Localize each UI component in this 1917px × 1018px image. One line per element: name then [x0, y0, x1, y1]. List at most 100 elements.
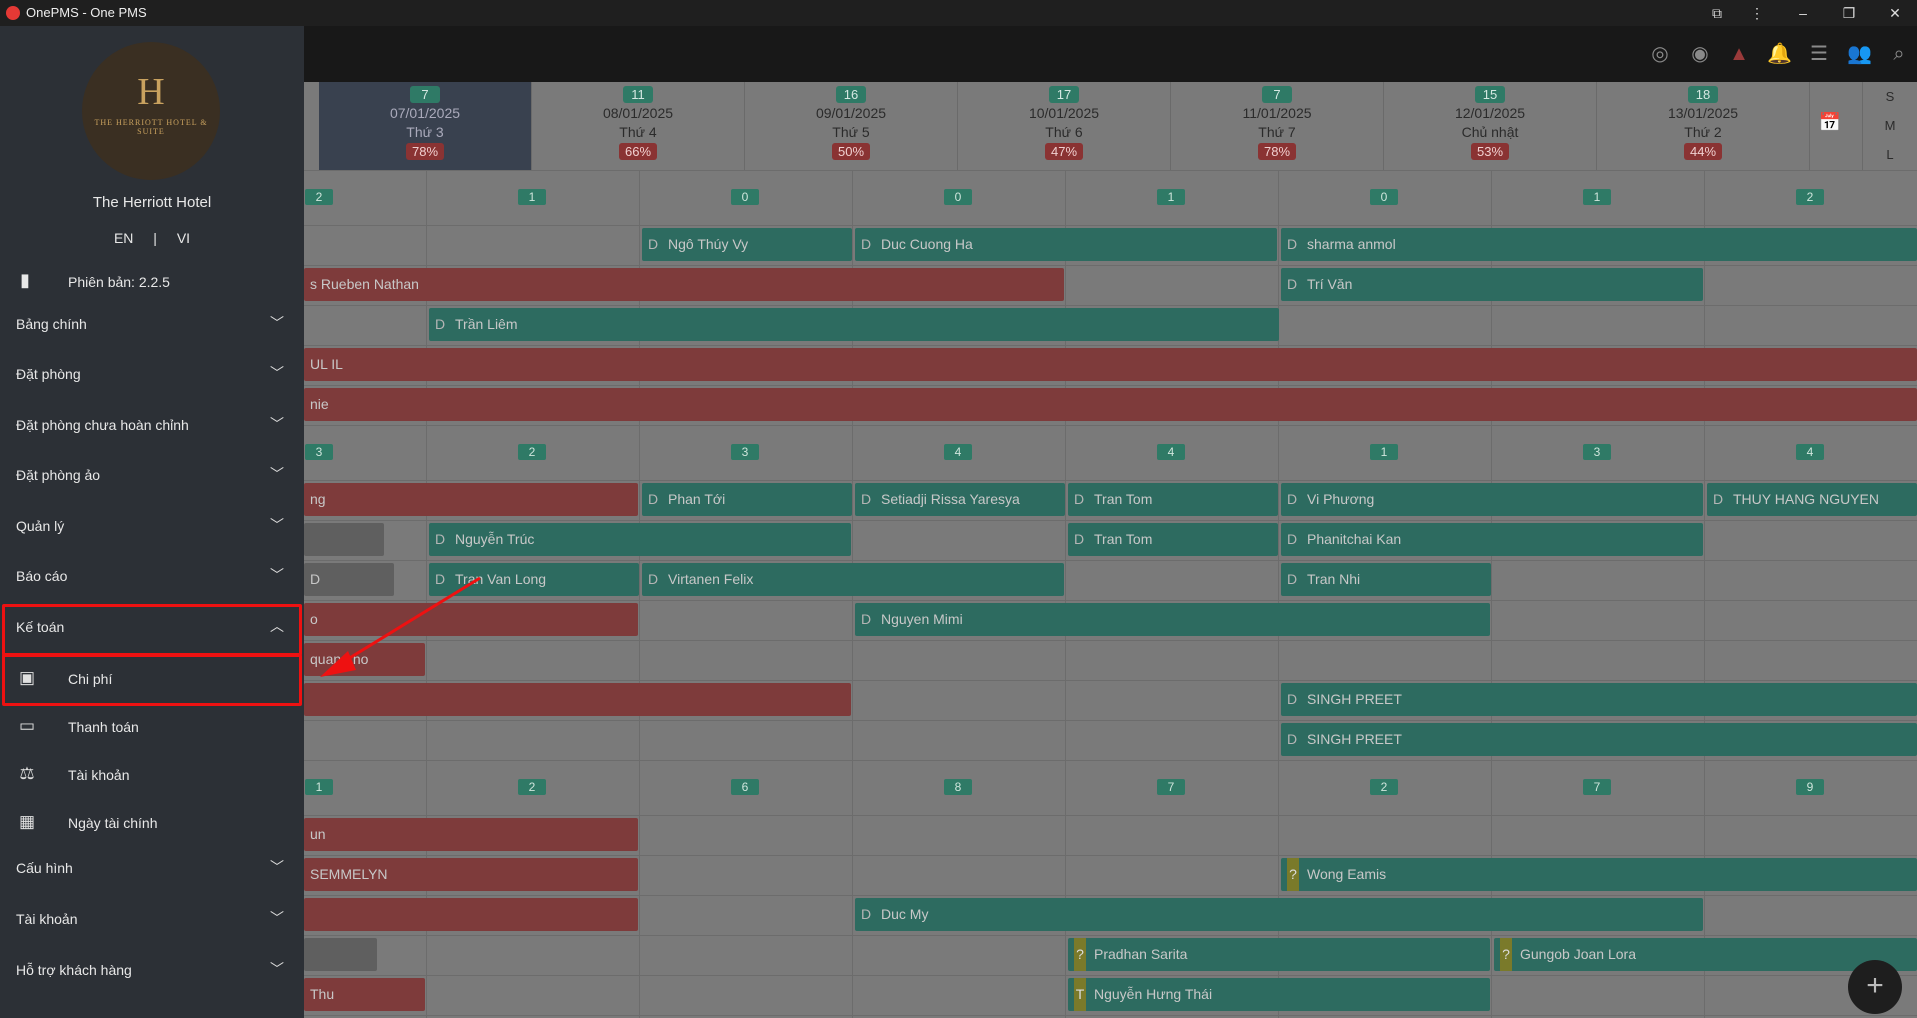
- sidebar-menu-item[interactable]: Đặt phòng ảo ﹀: [0, 451, 304, 501]
- sidebar-menu-item[interactable]: Tài khoản ﹀: [0, 895, 304, 945]
- booking-bar[interactable]: D Virtanen Felix: [642, 563, 1064, 596]
- hotel-name: The Herriott Hotel: [92, 194, 212, 211]
- booking-bar[interactable]: D THUY HANG NGUYEN: [1707, 483, 1917, 516]
- sidebar-menu-item[interactable]: Hỗ trợ khách hàng ﹀: [0, 946, 304, 996]
- booking-status-tag: D: [648, 571, 659, 587]
- booking-bar[interactable]: D Phanitchai Kan: [1281, 523, 1703, 556]
- sidebar-menu-item[interactable]: Quản lý ﹀: [0, 502, 304, 552]
- booking-status-tag: D: [1287, 491, 1298, 507]
- booking-status-tag: D: [648, 236, 659, 252]
- sidebar-menu-item[interactable]: Bảng chính ﹀: [0, 300, 304, 350]
- booking-bar[interactable]: D Trần Liêm: [429, 308, 1279, 341]
- booking-bar[interactable]: [304, 523, 384, 556]
- add-fab-button[interactable]: +: [1848, 960, 1902, 1014]
- booking-bar[interactable]: ng: [304, 483, 638, 516]
- booking-bar[interactable]: D Tran Nhi: [1281, 563, 1491, 596]
- booking-bar[interactable]: D Tran Tom: [1068, 483, 1278, 516]
- booking-status-tag: D: [1713, 491, 1724, 507]
- window-title: OnePMS - One PMS: [26, 5, 147, 20]
- booking-bar[interactable]: ? Pradhan Sarita: [1068, 938, 1490, 971]
- accounting-submenu-item[interactable]: ⚖ Tài khoản: [0, 751, 304, 799]
- date-column-header[interactable]: 18 13/01/2025 Thứ 2 44%: [1597, 82, 1810, 170]
- minimize-button[interactable]: –: [1783, 0, 1823, 26]
- date-column-header[interactable]: 15 12/01/2025 Chủ nhật 53%: [1384, 82, 1597, 170]
- sidebar-menu-item[interactable]: Cấu hình ﹀: [0, 844, 304, 894]
- extension-icon[interactable]: ⧉: [1697, 0, 1737, 26]
- size-s-button[interactable]: S: [1863, 82, 1917, 111]
- accounting-submenu-item[interactable]: ▦ Ngày tài chính: [0, 799, 304, 847]
- booking-bar[interactable]: D Phan Tới: [642, 483, 852, 516]
- booking-bar[interactable]: D SINGH PREET: [1281, 723, 1917, 756]
- booking-bar[interactable]: nie: [304, 388, 1917, 421]
- guest-name: Nguyễn Hưng Thái: [1094, 986, 1213, 1002]
- booking-bar[interactable]: D Duc Cuong Ha: [855, 228, 1277, 261]
- booking-bar[interactable]: D Setiadji Rissa Yaresya: [855, 483, 1065, 516]
- booking-bar[interactable]: D Nguyễn Trúc: [429, 523, 851, 556]
- booking-bar[interactable]: un: [304, 818, 638, 851]
- booking-bar[interactable]: [304, 898, 638, 931]
- sidebar-menu-item[interactable]: Báo cáo ﹀: [0, 552, 304, 602]
- eye-icon[interactable]: ◉: [1688, 42, 1712, 66]
- accounting-submenu-item[interactable]: ▭ Thanh toán: [0, 703, 304, 751]
- booking-bar[interactable]: D Tran Tom: [1068, 523, 1278, 556]
- booking-status-tag: D: [861, 611, 872, 627]
- date-column-header[interactable]: 7 11/01/2025 Thứ 7 78%: [1171, 82, 1384, 170]
- weekday-label: Thứ 7: [1258, 124, 1296, 140]
- window-titlebar: OnePMS - One PMS ⧉ ⋮ – ❐ ✕: [0, 0, 1917, 26]
- booking-bar[interactable]: Thu: [304, 978, 425, 1011]
- booking-bar[interactable]: D SINGH PREET: [1281, 683, 1917, 716]
- date-column-header[interactable]: 11 08/01/2025 Thứ 4 66%: [532, 82, 745, 170]
- chevron-down-icon: ﹀: [270, 910, 284, 926]
- notification-bell-icon[interactable]: 🔔: [1767, 42, 1792, 66]
- booking-bar[interactable]: Dsharma anmol: [1281, 228, 1917, 261]
- booking-status-tag: D: [435, 316, 446, 332]
- submenu-label: Thanh toán: [68, 719, 139, 735]
- guest-name: nie: [310, 396, 329, 412]
- occupancy-badge: 78%: [405, 143, 445, 160]
- room-type-available-badge: 7: [1583, 779, 1611, 795]
- close-button[interactable]: ✕: [1875, 0, 1915, 26]
- room-type-available-badge: 4: [944, 444, 972, 460]
- hotel-logo: H THE HERRIOTT HOTEL & SUITE: [82, 42, 220, 180]
- date-label: 07/01/2025: [389, 105, 461, 121]
- booking-status-tag: D: [861, 236, 872, 252]
- booking-bar[interactable]: [304, 938, 377, 971]
- language-switcher[interactable]: EN | VI: [0, 230, 304, 246]
- room-type-available-badge: 1: [305, 779, 333, 795]
- fingerprint-icon[interactable]: ◎: [1648, 42, 1672, 66]
- booking-bar[interactable]: UL IL: [304, 348, 1917, 381]
- booking-bar[interactable]: D Trí Văn: [1281, 268, 1703, 301]
- room-type-available-badge: 1: [1370, 444, 1398, 460]
- booking-bar[interactable]: T Nguyễn Hưng Thái: [1068, 978, 1490, 1011]
- calendar-picker-icon[interactable]: 📅: [1818, 112, 1842, 136]
- booking-bar[interactable]: SEMMELYN: [304, 858, 638, 891]
- search-icon[interactable]: ⌕: [1887, 42, 1911, 66]
- date-column-header[interactable]: 7 07/01/2025 Thứ 3 78%: [319, 82, 532, 170]
- menu-label: Đặt phòng: [16, 366, 81, 382]
- guest-name: Nguyen Mimi: [881, 611, 963, 627]
- date-column-header[interactable]: 16 09/01/2025 Thứ 5 50%: [745, 82, 958, 170]
- add-user-icon[interactable]: 👥: [1847, 42, 1872, 66]
- restore-button[interactable]: ❐: [1829, 0, 1869, 26]
- booking-bar[interactable]: D Vi Phương: [1281, 483, 1703, 516]
- booking-bar[interactable]: D Nguyen Mimi: [855, 603, 1490, 636]
- room-type-available-badge: 3: [731, 444, 759, 460]
- more-options-icon[interactable]: ⋮: [1737, 0, 1777, 26]
- room-type-available-badge: 1: [1583, 189, 1611, 205]
- booking-status-tag: D: [1287, 571, 1298, 587]
- size-l-button[interactable]: L: [1863, 140, 1917, 169]
- warning-icon[interactable]: ▲: [1727, 42, 1751, 66]
- booking-count-badge: 7: [410, 86, 440, 103]
- list-icon[interactable]: ☰: [1807, 42, 1831, 66]
- booking-bar[interactable]: ? Wong Eamis: [1281, 858, 1917, 891]
- sidebar-menu-item[interactable]: Đặt phòng ﹀: [0, 350, 304, 400]
- sidebar-menu-item[interactable]: Đặt phòng chưa hoàn chỉnh ﹀: [0, 401, 304, 451]
- size-m-button[interactable]: M: [1863, 111, 1917, 140]
- booking-bar[interactable]: D Ngô Thúy Vy: [642, 228, 852, 261]
- date-label: 09/01/2025: [815, 105, 887, 121]
- booking-bar[interactable]: ? Gungob Joan Lora: [1494, 938, 1917, 971]
- weekday-label: Thứ 2: [1684, 124, 1722, 140]
- booking-bar[interactable]: s Rueben Nathan: [304, 268, 1064, 301]
- date-column-header[interactable]: 17 10/01/2025 Thứ 6 47%: [958, 82, 1171, 170]
- booking-bar[interactable]: D Duc My: [855, 898, 1703, 931]
